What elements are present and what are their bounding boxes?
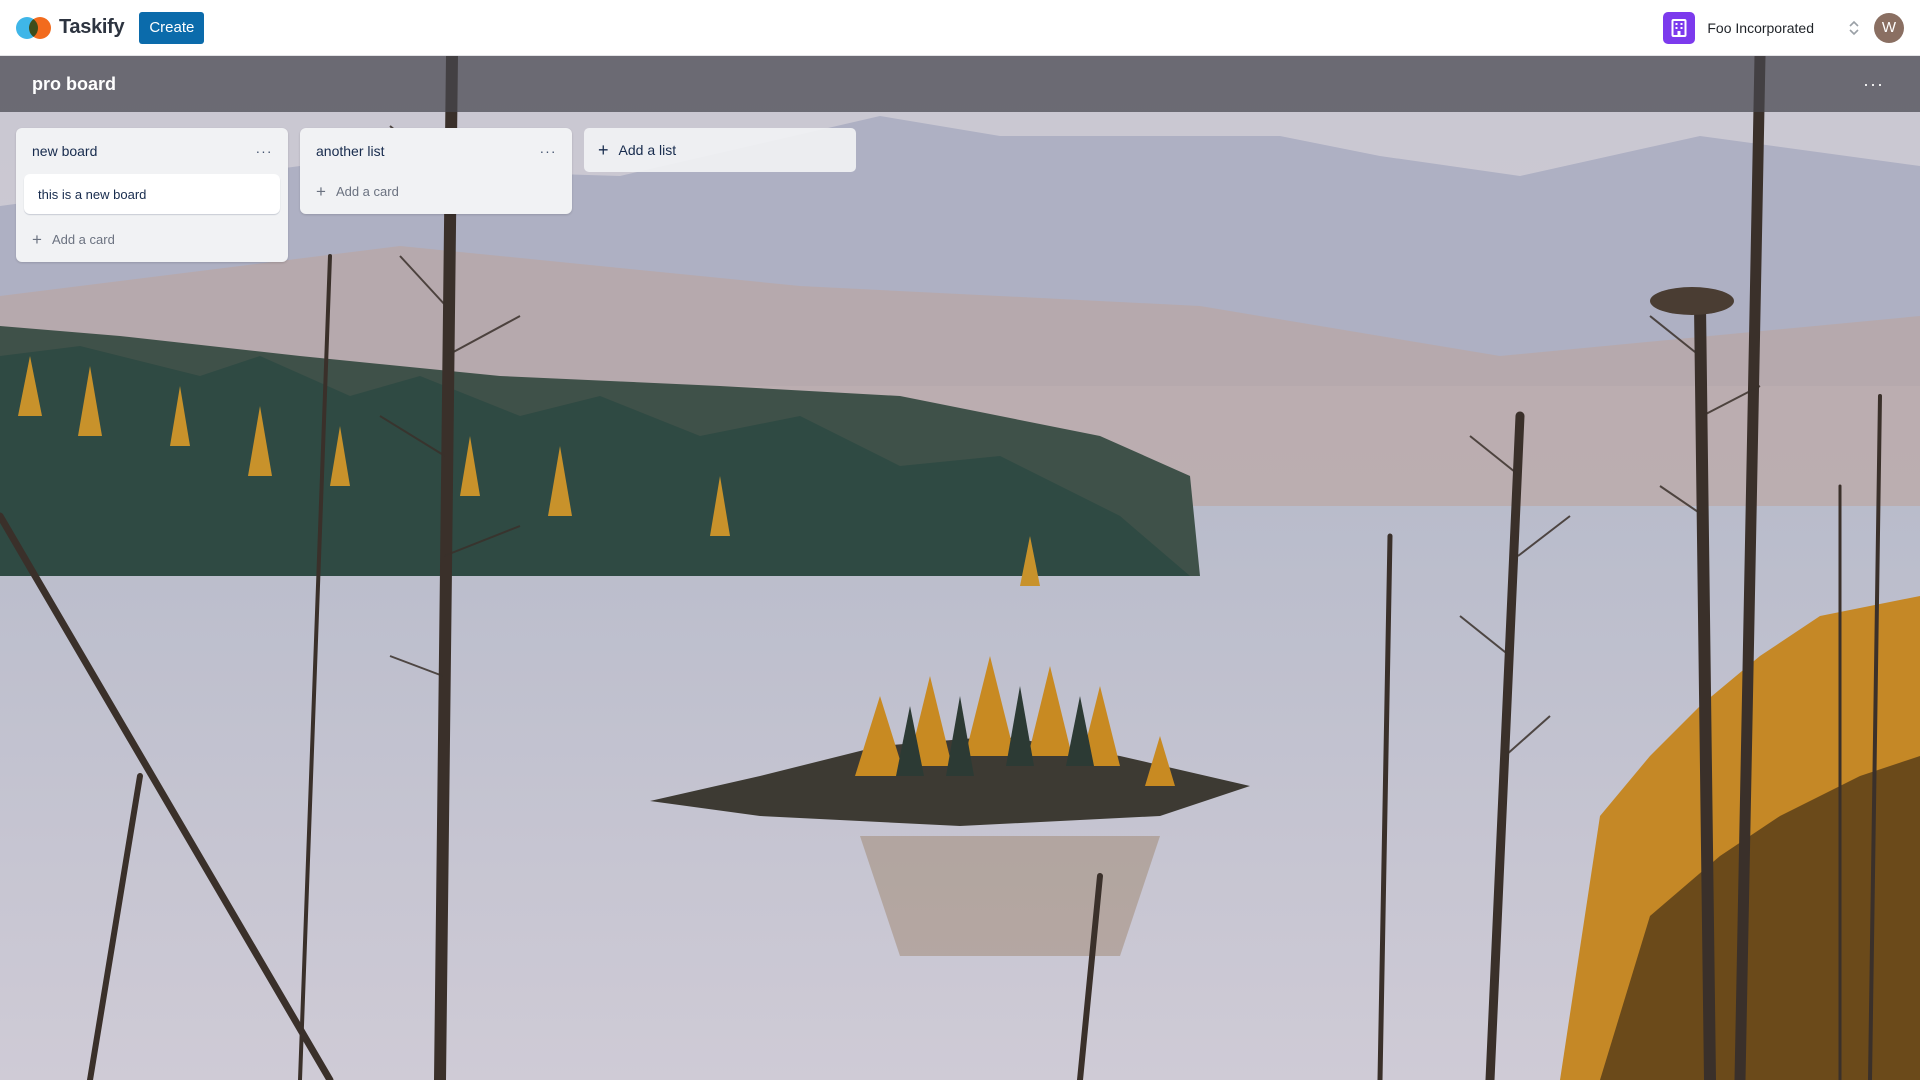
card-title: this is a new board xyxy=(38,186,147,202)
board-title-bar: pro board ··· xyxy=(0,56,1920,112)
list-column: another list ··· + Add a card xyxy=(300,128,572,214)
add-card-label: Add a card xyxy=(335,183,399,199)
plus-icon: + xyxy=(598,140,609,160)
plus-icon: + xyxy=(316,181,326,201)
add-card-button[interactable]: + Add a card xyxy=(24,222,280,256)
board-title[interactable]: pro board xyxy=(32,74,116,95)
nav-right-group: Foo Incorporated W xyxy=(1663,11,1904,44)
list-title: another list xyxy=(316,143,385,159)
more-horizontal-icon[interactable]: ··· xyxy=(250,137,278,165)
add-list-label: Add a list xyxy=(618,142,677,158)
list-title: new board xyxy=(32,143,98,159)
add-card-label: Add a card xyxy=(51,231,115,247)
board-options-icon[interactable]: ··· xyxy=(1859,74,1888,95)
organization-switcher[interactable]: Foo Incorporated xyxy=(1663,11,1860,44)
organization-name: Foo Incorporated xyxy=(1707,19,1814,36)
app-name: Taskify xyxy=(59,16,125,38)
create-button[interactable]: Create xyxy=(139,11,205,44)
logo-icon xyxy=(16,16,51,39)
plus-icon: + xyxy=(32,229,42,249)
more-horizontal-icon[interactable]: ··· xyxy=(534,137,562,165)
list-header[interactable]: another list ··· xyxy=(300,128,572,174)
building-icon xyxy=(1663,11,1696,44)
list-header[interactable]: new board ··· xyxy=(16,128,288,174)
card[interactable]: this is a new board xyxy=(24,174,280,214)
app-logo[interactable]: Taskify xyxy=(16,16,125,39)
add-list-button[interactable]: + Add a list xyxy=(584,128,856,172)
list-column: new board ··· this is a new board + Add … xyxy=(16,128,288,262)
add-card-button[interactable]: + Add a card xyxy=(308,174,564,208)
chevrons-up-down-icon xyxy=(1848,18,1860,38)
user-avatar[interactable]: W xyxy=(1874,12,1904,43)
lists-container: new board ··· this is a new board + Add … xyxy=(16,128,856,262)
top-navbar: Taskify Create Foo Incorporated W xyxy=(0,0,1920,56)
